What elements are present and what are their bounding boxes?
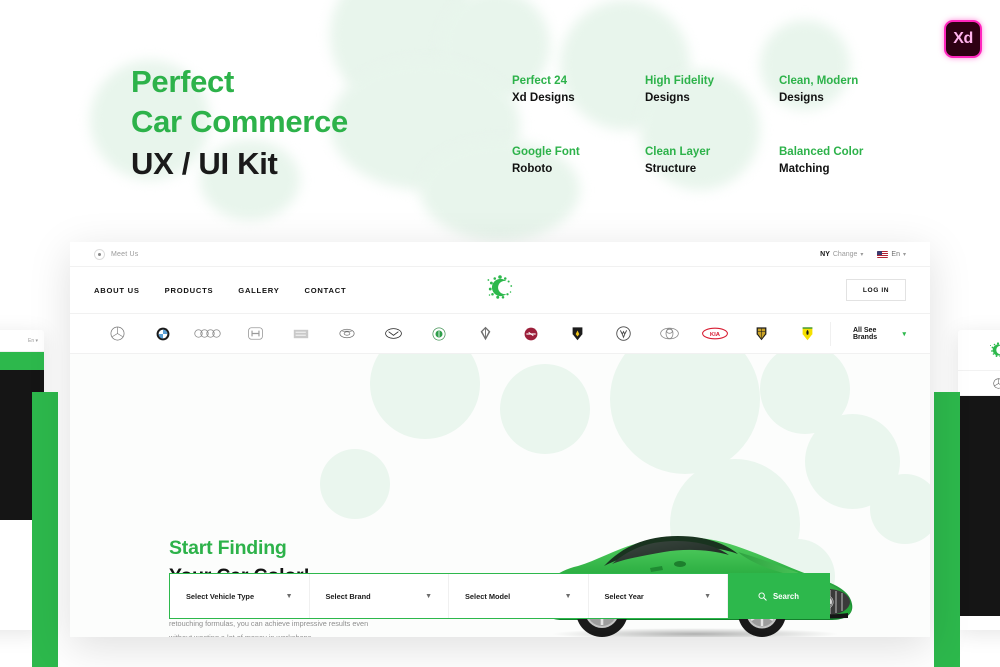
- brand-logo-opel[interactable]: [508, 327, 554, 341]
- login-button[interactable]: LOG IN: [846, 279, 906, 301]
- hero-title-green: Start Finding: [169, 537, 287, 559]
- select-model[interactable]: Select Model ▼: [449, 574, 589, 618]
- accent-strip-right: [934, 392, 960, 667]
- language-selector[interactable]: En ▾: [877, 250, 906, 258]
- brand-logo-ferrari[interactable]: [784, 326, 830, 341]
- brand-logo-volkswagen[interactable]: [600, 326, 646, 341]
- utility-bar: Meet Us NY Change ▾ En ▾: [70, 242, 930, 267]
- chevron-down-icon: ▼: [564, 592, 572, 600]
- feature-item: Google Font Roboto: [512, 144, 645, 177]
- nav-link-about-us[interactable]: ABOUT US: [94, 286, 140, 295]
- chevron-down-icon: ▾: [902, 330, 906, 338]
- location-change-link: Change: [832, 250, 858, 258]
- select-model-label: Select Model: [465, 591, 511, 601]
- side-left-lang: En ▾: [27, 337, 38, 344]
- adobe-xd-badge: Xd: [944, 20, 982, 58]
- brand-logo-icon: [487, 275, 513, 299]
- side-left-green-bar: [0, 352, 44, 370]
- brand-logo-mercedes-benz[interactable]: [94, 326, 140, 341]
- feature-title: High Fidelity: [645, 75, 714, 87]
- us-flag-icon: [877, 250, 889, 258]
- brand-logo-toyota-alt[interactable]: [324, 328, 370, 339]
- feature-title: Perfect 24: [512, 75, 567, 87]
- site-logo[interactable]: [485, 273, 515, 308]
- search-icon: [758, 592, 767, 601]
- brand-logo-toyota[interactable]: [646, 327, 692, 340]
- chevron-down-icon: ▼: [425, 592, 432, 600]
- brand-logo-kia[interactable]: KIA: [692, 327, 738, 340]
- brand-logo-mazda[interactable]: [370, 328, 416, 339]
- page-title: Perfect Car Commerce UX / UI Kit: [131, 62, 348, 184]
- select-vehicle-type-label: Select Vehicle Type: [186, 591, 255, 601]
- feature-item: High Fidelity Designs: [645, 73, 779, 106]
- feature-subtitle: Structure: [645, 163, 697, 176]
- chevron-down-icon: ▼: [704, 592, 711, 600]
- feature-subtitle: Designs: [779, 91, 824, 104]
- brand-logo-honda[interactable]: [232, 327, 278, 340]
- meet-us-link[interactable]: Meet Us: [111, 251, 138, 258]
- mercedes-benz-logo: [992, 377, 1000, 389]
- headline-line-2: Car Commerce: [131, 104, 348, 140]
- feature-item: Clean, Modern Designs: [779, 73, 863, 106]
- browser-mockup: Meet Us NY Change ▾ En ▾ ABOUT US PRODUC…: [70, 242, 930, 637]
- location-selector[interactable]: NY Change ▾: [820, 251, 863, 258]
- side-mockup-right: [958, 330, 1000, 630]
- feature-subtitle: Matching: [779, 163, 830, 176]
- feature-item: Clean Layer Structure: [645, 144, 779, 177]
- brand-logo-lexus[interactable]: [278, 328, 324, 340]
- all-brands-label: All See Brands: [853, 326, 878, 341]
- select-vehicle-type[interactable]: Select Vehicle Type ▼: [170, 574, 310, 618]
- nav-link-contact[interactable]: CONTACT: [305, 286, 347, 295]
- select-year-label: Select Year: [604, 591, 644, 601]
- feature-subtitle: Xd Designs: [512, 91, 575, 104]
- accent-strip-left: [32, 392, 58, 667]
- feature-subtitle: Roboto: [512, 163, 553, 176]
- feature-list: Perfect 24 Xd Designs High Fidelity Desi…: [512, 73, 863, 178]
- all-brands-dropdown[interactable]: All See Brands ▾: [830, 321, 906, 346]
- xd-badge-label: Xd: [953, 30, 973, 47]
- location-pin-icon: [94, 248, 105, 260]
- feature-title: Balanced Color: [779, 146, 864, 159]
- vehicle-search-bar: Select Vehicle Type ▼ Select Brand ▼ Sel…: [169, 573, 830, 619]
- chevron-down-icon: ▼: [285, 592, 293, 600]
- language-label: En: [891, 250, 900, 258]
- feature-item: Perfect 24 Xd Designs: [512, 73, 645, 106]
- select-year[interactable]: Select Year ▼: [589, 574, 728, 618]
- brand-logo-porsche[interactable]: [738, 326, 784, 341]
- headline-line-3: UX / UI Kit: [131, 145, 278, 181]
- login-button-label: LOG IN: [862, 286, 890, 294]
- brand-logo-skoda[interactable]: [416, 327, 462, 341]
- select-brand-label: Select Brand: [325, 591, 371, 601]
- brand-logo-icon: [989, 342, 1000, 357]
- brand-logo-bmw[interactable]: [140, 327, 186, 341]
- main-navigation: ABOUT US PRODUCTS GALLERY CONTACT LOG IN: [70, 267, 930, 314]
- hero-section: Start Finding Your Car Color! Thanks to …: [70, 354, 930, 637]
- feature-item: Balanced Color Matching: [779, 144, 863, 177]
- headline-line-1: Perfect: [131, 64, 235, 99]
- nav-link-gallery[interactable]: GALLERY: [238, 286, 279, 295]
- brand-filter-bar: KIA All See Brands ▾: [70, 314, 930, 354]
- feature-title: Clean, Modern: [779, 75, 859, 87]
- brand-logo-cadillac[interactable]: [462, 326, 508, 341]
- side-right-dark-image: [958, 396, 1000, 616]
- svg-text:KIA: KIA: [710, 332, 721, 338]
- nav-link-products[interactable]: PRODUCTS: [165, 286, 214, 295]
- select-brand[interactable]: Select Brand ▼: [310, 574, 449, 618]
- chevron-down-icon: ▾: [902, 251, 906, 258]
- brand-logo-lamborghini[interactable]: [554, 326, 600, 341]
- search-button-label: Search: [772, 591, 799, 601]
- chevron-down-icon: ▾: [860, 251, 864, 258]
- feature-subtitle: Designs: [645, 91, 690, 104]
- location-code: NY: [820, 250, 830, 258]
- search-button[interactable]: Search: [728, 574, 829, 618]
- side-right-logo: [958, 330, 1000, 370]
- feature-title: Google Font: [512, 146, 580, 159]
- feature-title: Clean Layer: [645, 146, 711, 159]
- brand-logo-audi[interactable]: [186, 328, 232, 339]
- side-right-brand-row: [958, 370, 1000, 396]
